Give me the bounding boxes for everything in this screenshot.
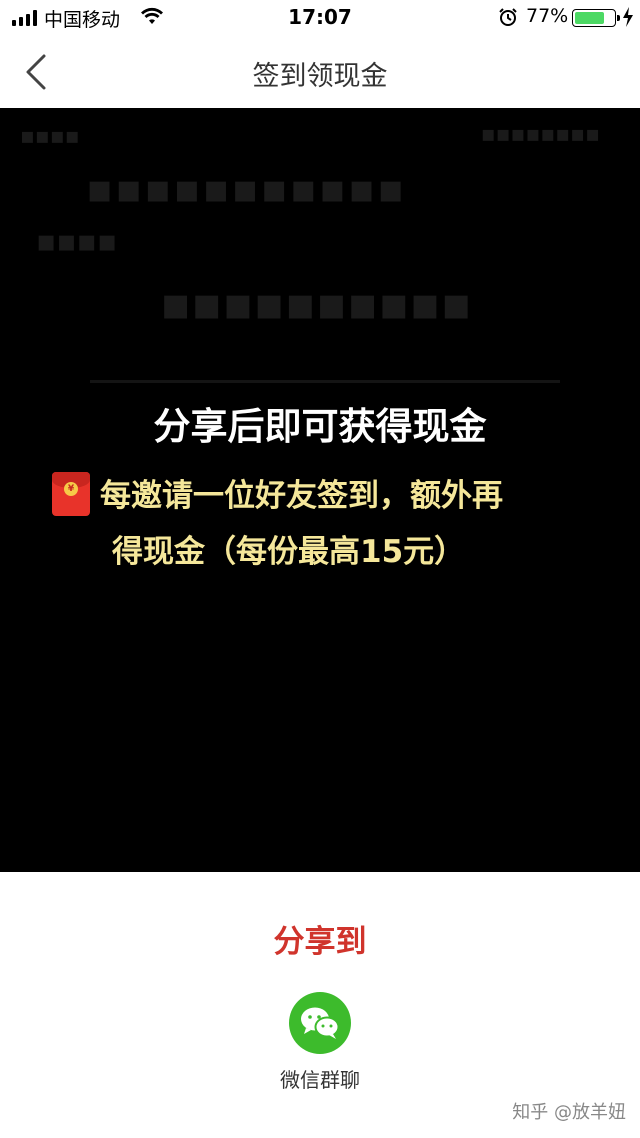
battery-fill <box>575 12 605 24</box>
watermark: 知乎 @放羊妞 <box>512 1102 626 1123</box>
page-title: 签到领现金 <box>252 61 388 92</box>
wechat-icon <box>289 992 351 1054</box>
background-decoration: ▪▪▪▪ <box>20 124 80 149</box>
nav-bar: 签到领现金 <box>0 36 640 108</box>
battery-icon <box>572 9 620 27</box>
share-prompt-overlay[interactable]: ▪▪▪▪ ▪▪▪▪▪▪▪▪ ▪▪▪▪▪▪▪▪▪▪▪ ▪▪▪▪ ▪▪▪▪▪▪▪▪▪… <box>0 108 640 872</box>
status-bar: 中国移动 17:07 77% <box>0 0 640 36</box>
share-wechat-group-button[interactable]: 微信群聊 <box>270 992 370 1092</box>
share-sheet: 分享到 微信群聊 知乎 @放羊妞 <box>0 872 640 1138</box>
share-headline: 分享后即可获得现金 <box>153 405 487 448</box>
background-decoration: ▪▪▪▪▪▪▪▪ <box>480 122 600 147</box>
share-target-label: 微信群聊 <box>280 1068 360 1092</box>
battery-percent: 77% <box>526 5 569 27</box>
background-decoration: ▪▪▪▪▪▪▪▪▪▪ <box>160 276 472 330</box>
background-decoration: ▪▪▪▪▪▪▪▪▪▪▪ <box>86 166 407 212</box>
promo-text-line-1: 每邀请一位好友签到，额外再 <box>100 478 503 514</box>
alarm-icon <box>499 8 517 26</box>
share-sheet-title: 分享到 <box>273 924 367 960</box>
red-envelope-icon: ¥ <box>52 472 90 516</box>
background-decoration: ▪▪▪▪ <box>36 224 118 259</box>
background-decoration <box>90 380 560 383</box>
promo-text-line-2: 得现金（每份最高15元） <box>112 534 466 570</box>
charging-icon <box>623 7 633 27</box>
